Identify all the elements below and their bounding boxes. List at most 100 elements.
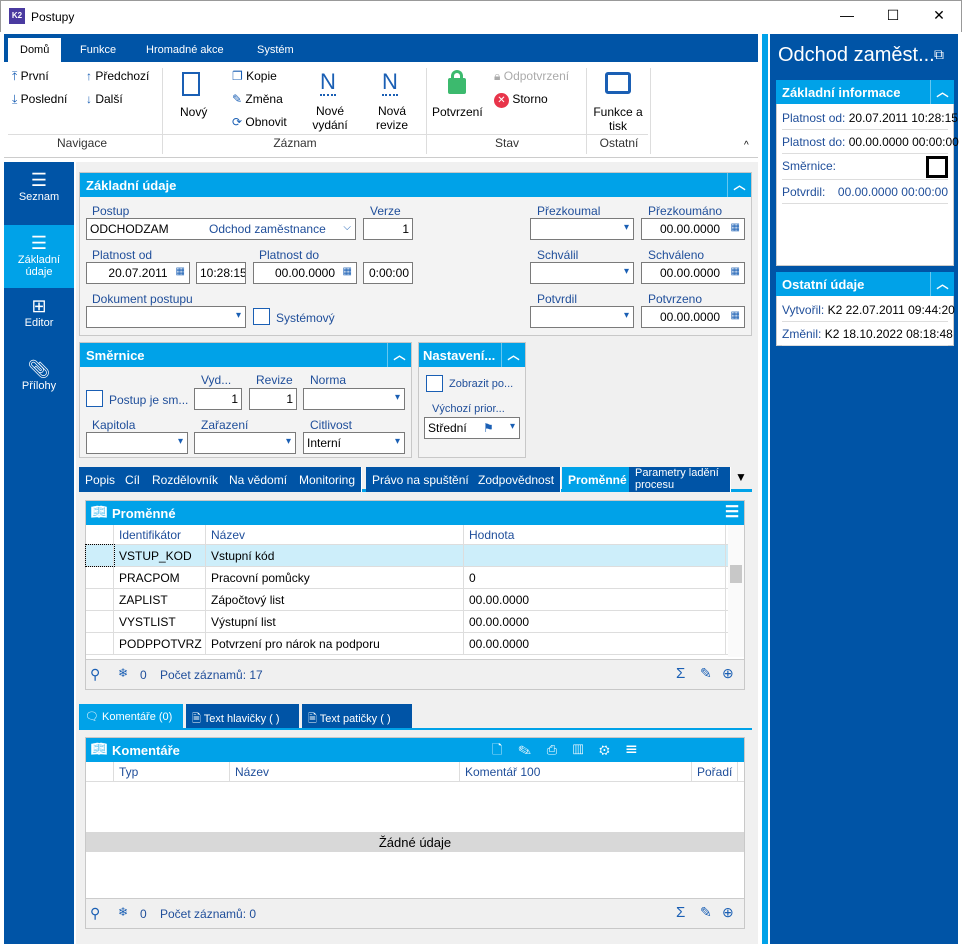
- previous-button[interactable]: ↑ Předchozí: [86, 69, 149, 83]
- sum-icon[interactable]: Σ: [676, 904, 685, 921]
- confirm-button[interactable]: Potvrzení: [432, 105, 483, 119]
- add-record-icon[interactable]: ⊕: [722, 665, 734, 682]
- platnost-od-time[interactable]: 10:28:15: [196, 262, 246, 284]
- tab-text-hlavicky[interactable]: 🗎︎ Text hlavičky ( ): [186, 704, 299, 728]
- verze-field[interactable]: 1: [363, 218, 413, 240]
- snowflake-icon[interactable]: ❄: [118, 666, 128, 680]
- popout-icon[interactable]: ⧉: [934, 46, 944, 63]
- tab-cil[interactable]: Cíl: [119, 467, 147, 492]
- scrollbar-thumb[interactable]: [730, 565, 742, 583]
- tab-text-paticky[interactable]: 🗎︎ Text patičky ( ): [302, 704, 412, 728]
- snowflake-icon[interactable]: ❄: [118, 905, 128, 919]
- group-ostatni: Ostatní: [599, 136, 639, 150]
- ribbon-tab-system[interactable]: Systém: [257, 44, 294, 56]
- cell: ZAPLIST: [114, 589, 206, 610]
- platnost-do-time[interactable]: 0:00:00: [363, 262, 413, 284]
- col-komentar[interactable]: Komentář 100: [460, 762, 692, 781]
- hamburger-menu-icon[interactable]: ☰: [720, 501, 744, 525]
- ribbon-tab-hromadne-akce[interactable]: Hromadné akce: [146, 44, 224, 56]
- scrollbar[interactable]: [728, 525, 744, 657]
- schvalil-select[interactable]: ▾: [530, 262, 634, 284]
- zarazeni-select[interactable]: ▾: [194, 432, 296, 454]
- table-row[interactable]: VYSTLIST Výstupní list 00.00.0000: [86, 611, 728, 633]
- sum-icon[interactable]: Σ: [676, 665, 685, 682]
- table-row[interactable]: PODPPOTVRZ Potvrzení pro nárok na podporu…: [86, 633, 728, 655]
- new-button[interactable]: Nový: [180, 105, 207, 119]
- tab-rozdelovnik[interactable]: Rozdělovník: [146, 467, 226, 492]
- tab-monitoring[interactable]: Monitoring: [293, 467, 363, 492]
- priorita-select[interactable]: Střední ⚑ ▾: [424, 417, 520, 439]
- table-row[interactable]: PRACPOM Pracovní pomůcky 0: [86, 567, 728, 589]
- ribbon-tab-domu[interactable]: Domů: [8, 38, 62, 62]
- citlivost-select[interactable]: Interní ▾: [303, 432, 405, 454]
- storno-button[interactable]: ✕ Storno: [494, 92, 548, 108]
- maximize-button[interactable]: ☐: [883, 7, 903, 24]
- cell: Výstupní list: [206, 611, 464, 632]
- collapse-ribbon-icon[interactable]: ^: [744, 140, 749, 151]
- filter-icon[interactable]: ⚲: [90, 666, 100, 683]
- nav-prilohy[interactable]: 📎︎ Přílohy: [4, 351, 74, 414]
- pencil-icon[interactable]: ✎: [700, 904, 712, 921]
- tab-parametry[interactable]: Parametry ladění procesu: [629, 467, 731, 492]
- kapitola-select[interactable]: ▾: [86, 432, 188, 454]
- cell: Vstupní kód: [206, 545, 464, 566]
- potvrzeno-date[interactable]: 00.00.0000 ▦: [641, 306, 745, 328]
- vydani-field[interactable]: 1: [194, 388, 242, 410]
- copy-button[interactable]: ❐ Kopie: [232, 69, 277, 83]
- tab-komentare[interactable]: 🗨︎ Komentáře (0): [79, 704, 183, 728]
- last-button[interactable]: ⤓ Poslední: [12, 92, 67, 107]
- tab-popis[interactable]: Popis: [79, 467, 123, 492]
- cell: Zápočtový list: [206, 589, 464, 610]
- unconfirm-button[interactable]: 🔒︎ Odpotvrzení: [494, 69, 569, 84]
- new-edition-button[interactable]: Nové vydání: [310, 104, 350, 132]
- platnost-do-date[interactable]: 00.00.0000 ▦: [253, 262, 357, 284]
- platnost-od-date[interactable]: 20.07.2011 ▦: [86, 262, 190, 284]
- postup-je-smernice-checkbox[interactable]: [86, 390, 103, 407]
- toolbar-icons[interactable]: 🗋︎ ✎ ⎙ ▥ ⚙ ☰: [492, 741, 644, 763]
- cell: PODPPOTVRZ: [114, 633, 206, 654]
- tabs-overflow-icon[interactable]: ▼: [735, 470, 747, 484]
- col-nazev[interactable]: Název: [230, 762, 460, 781]
- nav-seznam[interactable]: ☰ Seznam: [4, 162, 74, 225]
- nav-zakladni-udaje[interactable]: ☰ Základní údaje: [4, 225, 74, 288]
- systemovy-checkbox[interactable]: [253, 308, 270, 325]
- edit-button[interactable]: ✎ Změna: [232, 92, 283, 106]
- ribbon-tab-funkce[interactable]: Funkce: [80, 44, 116, 56]
- tab-zodpovednost[interactable]: Zodpovědnost: [472, 467, 562, 492]
- schvaleno-date[interactable]: 00.00.0000 ▦: [641, 262, 745, 284]
- table-row[interactable]: VSTUP_KOD Vstupní kód: [85, 544, 728, 567]
- new-revision-button[interactable]: Nová revize: [372, 104, 412, 132]
- tab-pravo-na-spusteni[interactable]: Právo na spuštění: [366, 467, 476, 492]
- splitter[interactable]: [762, 34, 768, 944]
- filter-icon[interactable]: ⚲: [90, 905, 100, 922]
- first-button[interactable]: ⤒ První: [12, 69, 49, 84]
- next-button[interactable]: ↓ Další: [86, 92, 123, 106]
- nav-editor[interactable]: ⊞ Editor: [4, 288, 74, 351]
- functions-print-button[interactable]: Funkce a tisk: [592, 105, 644, 133]
- add-record-icon[interactable]: ⊕: [722, 904, 734, 921]
- zobrazit-checkbox[interactable]: [426, 375, 443, 392]
- close-button[interactable]: ✕: [929, 7, 949, 24]
- refresh-button[interactable]: ⟳ Obnovit: [232, 115, 287, 129]
- col-nazev[interactable]: Název: [206, 525, 464, 544]
- col-typ[interactable]: Typ: [114, 762, 230, 781]
- potvrdil-select[interactable]: ▾: [530, 306, 634, 328]
- col-poradi[interactable]: Pořadí: [692, 762, 738, 781]
- col-identifikator[interactable]: Identifikátor: [114, 525, 206, 544]
- dokument-select[interactable]: ▾: [86, 306, 246, 328]
- collapse-icon[interactable]: ︿: [387, 343, 411, 367]
- pencil-icon[interactable]: ✎: [700, 665, 712, 682]
- tab-na-vedomi[interactable]: Na vědomí: [223, 467, 295, 492]
- tab-promenne[interactable]: Proměnné: [562, 467, 634, 492]
- prezkoumano-date[interactable]: 00.00.0000 ▦: [641, 218, 745, 240]
- row-selector: [86, 611, 114, 632]
- col-hodnota[interactable]: Hodnota: [464, 525, 726, 544]
- collapse-icon[interactable]: ︿: [727, 173, 751, 197]
- prezkoumal-select[interactable]: ▾: [530, 218, 634, 240]
- revize-field[interactable]: 1: [249, 388, 297, 410]
- norma-select[interactable]: ▾: [303, 388, 405, 410]
- minimize-button[interactable]: —: [837, 7, 857, 23]
- postup-select[interactable]: ODCHODZAM Odchod zaměstnance ⌵: [86, 218, 356, 240]
- table-row[interactable]: ZAPLIST Zápočtový list 00.00.0000: [86, 589, 728, 611]
- collapse-icon[interactable]: ︿: [501, 343, 525, 367]
